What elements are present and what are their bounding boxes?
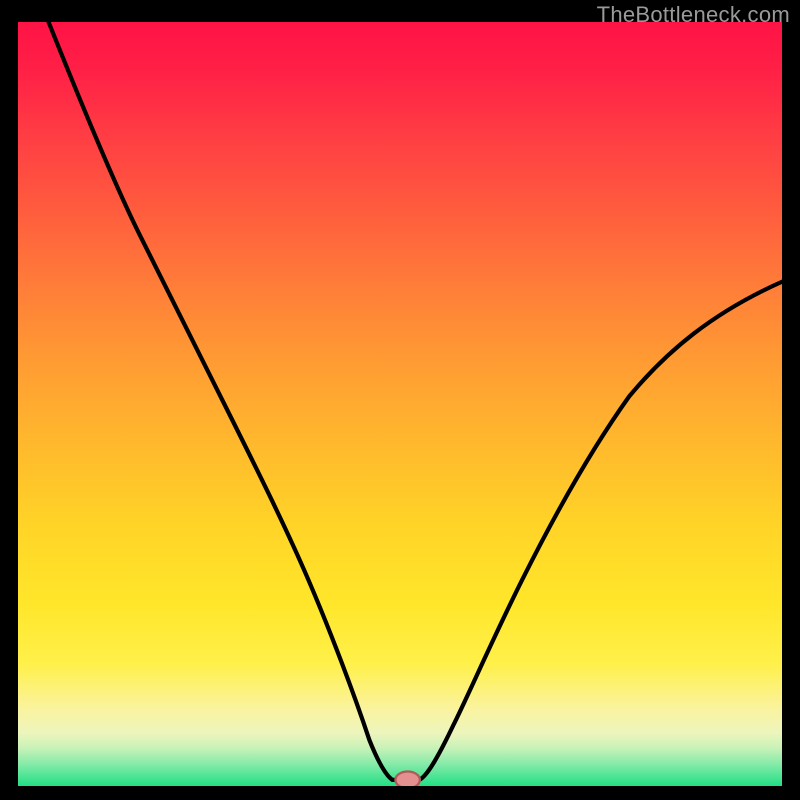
site-watermark: TheBottleneck.com xyxy=(597,2,790,28)
chart-frame: TheBottleneck.com xyxy=(0,0,800,800)
heat-gradient xyxy=(18,22,782,786)
plot-svg xyxy=(18,22,782,786)
bottleneck-plot xyxy=(18,22,782,786)
optimal-marker xyxy=(395,771,419,786)
